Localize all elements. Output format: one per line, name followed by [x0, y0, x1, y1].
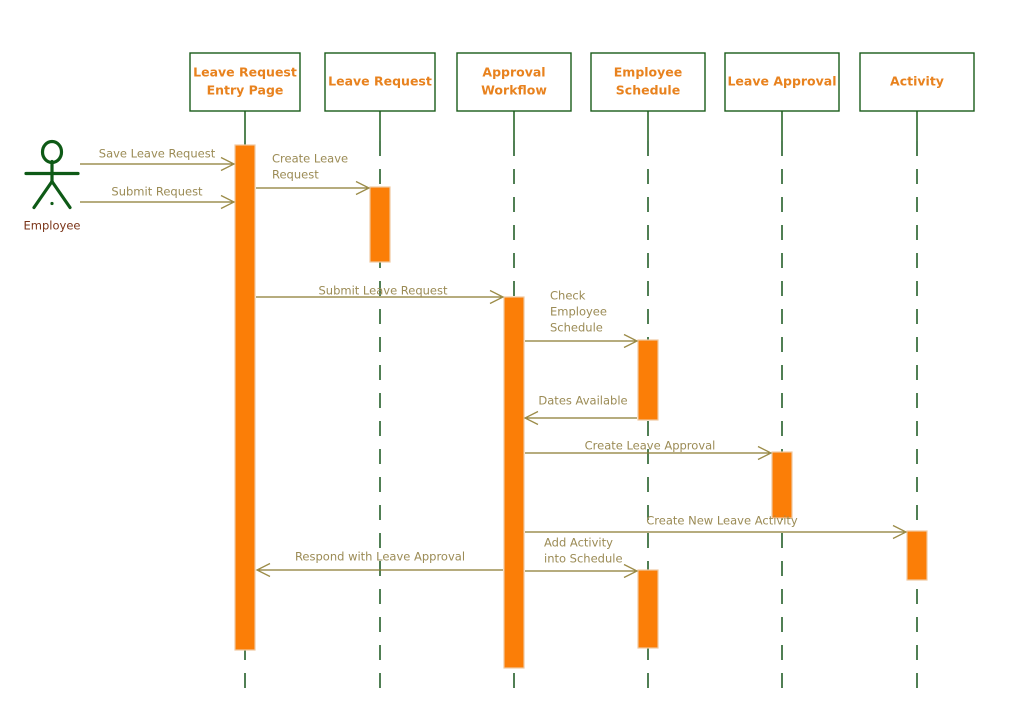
msg-submit-request[interactable]: Submit Request: [80, 185, 236, 210]
msg-dates-available-label: Dates Available: [538, 394, 627, 408]
msg-submit-leave-request[interactable]: Submit Leave Request: [256, 284, 505, 305]
actor-label: Employee: [24, 219, 81, 233]
msg-create-leave-request[interactable]: Create Leave Request: [256, 152, 371, 196]
msg-create-leave-request-label: Create Leave: [272, 152, 348, 166]
msg-create-new-activity-label: Create New Leave Activity: [646, 514, 798, 528]
uml-sequence-diagram: Leave Request Entry Page Leave Request Appr…: [24, 52, 975, 689]
msg-check-employee-sched-label: Check: [550, 289, 586, 303]
lifeline-title-activity: Activity: [890, 74, 944, 89]
act-entry-page[interactable]: [234, 144, 256, 651]
lifeline-header-employee_schedule[interactable]: Employee Schedule: [590, 52, 706, 112]
lifeline-title2-entry_page: Entry Page: [207, 83, 284, 98]
msg-check-employee-sched-label-2: Employee: [550, 305, 607, 319]
lifeline-title2-approval_workflow: Workflow: [481, 83, 547, 98]
sequence-diagram-canvas: Leave Request Entry Page Leave Request Appr…: [0, 0, 1025, 709]
lifeline-title-employee_schedule: Employee: [614, 65, 683, 80]
act-leave-request[interactable]: [369, 186, 391, 263]
lifeline-title-leave_approval: Leave Approval: [727, 74, 836, 89]
actor-head: [40, 139, 64, 165]
lifeline-header-approval_workflow[interactable]: Approval Workflow: [456, 52, 572, 112]
msg-submit-leave-request-label: Submit Leave Request: [318, 284, 448, 298]
msg-dates-available[interactable]: Dates Available: [523, 394, 637, 426]
actor-leg-left: [32, 179, 54, 210]
msg-check-employee-sched[interactable]: Check Employee Schedule: [525, 289, 639, 349]
lifeline-header-leave_request[interactable]: Leave Request: [324, 52, 436, 112]
lifeline-title-leave_request: Leave Request: [328, 74, 432, 89]
act-leave-approval[interactable]: [771, 451, 793, 519]
lifeline-title-entry_page: Leave Request: [193, 65, 297, 80]
act-employee-sched-1[interactable]: [637, 339, 659, 421]
msg-save-leave-request-label: Save Leave Request: [99, 147, 216, 161]
lifeline-boxes-group: Leave Request Entry Page Leave Request Appr…: [189, 52, 975, 112]
act-approval-workflow[interactable]: [503, 296, 525, 669]
act-activity[interactable]: [906, 530, 928, 581]
lifeline-header-leave_approval[interactable]: Leave Approval: [724, 52, 840, 112]
msg-check-employee-sched-label-3: Schedule: [550, 321, 603, 335]
actor-lifeline-dot: [50, 201, 54, 206]
actor-employee: Employee: [24, 139, 81, 233]
msg-save-leave-request[interactable]: Save Leave Request: [80, 147, 236, 172]
lifeline-title-approval_workflow: Approval: [482, 65, 545, 80]
msg-add-activity-label: Add Activity: [544, 536, 613, 550]
msg-create-leave-request-label-2: Request: [272, 168, 319, 182]
actor-leg-right: [50, 179, 72, 210]
lifeline-header-activity[interactable]: Activity: [859, 52, 975, 112]
msg-add-activity-label-2: into Schedule: [544, 552, 623, 566]
act-employee-sched-2[interactable]: [637, 569, 659, 649]
msg-respond-approval-label: Respond with Leave Approval: [295, 550, 465, 564]
msg-create-leave-approval-label: Create Leave Approval: [585, 439, 716, 453]
lifeline-header-entry_page[interactable]: Leave Request Entry Page: [189, 52, 301, 112]
lifeline-title2-employee_schedule: Schedule: [616, 83, 680, 98]
msg-add-activity[interactable]: Add Activity into Schedule: [525, 536, 639, 579]
msg-submit-request-label: Submit Request: [111, 185, 203, 199]
